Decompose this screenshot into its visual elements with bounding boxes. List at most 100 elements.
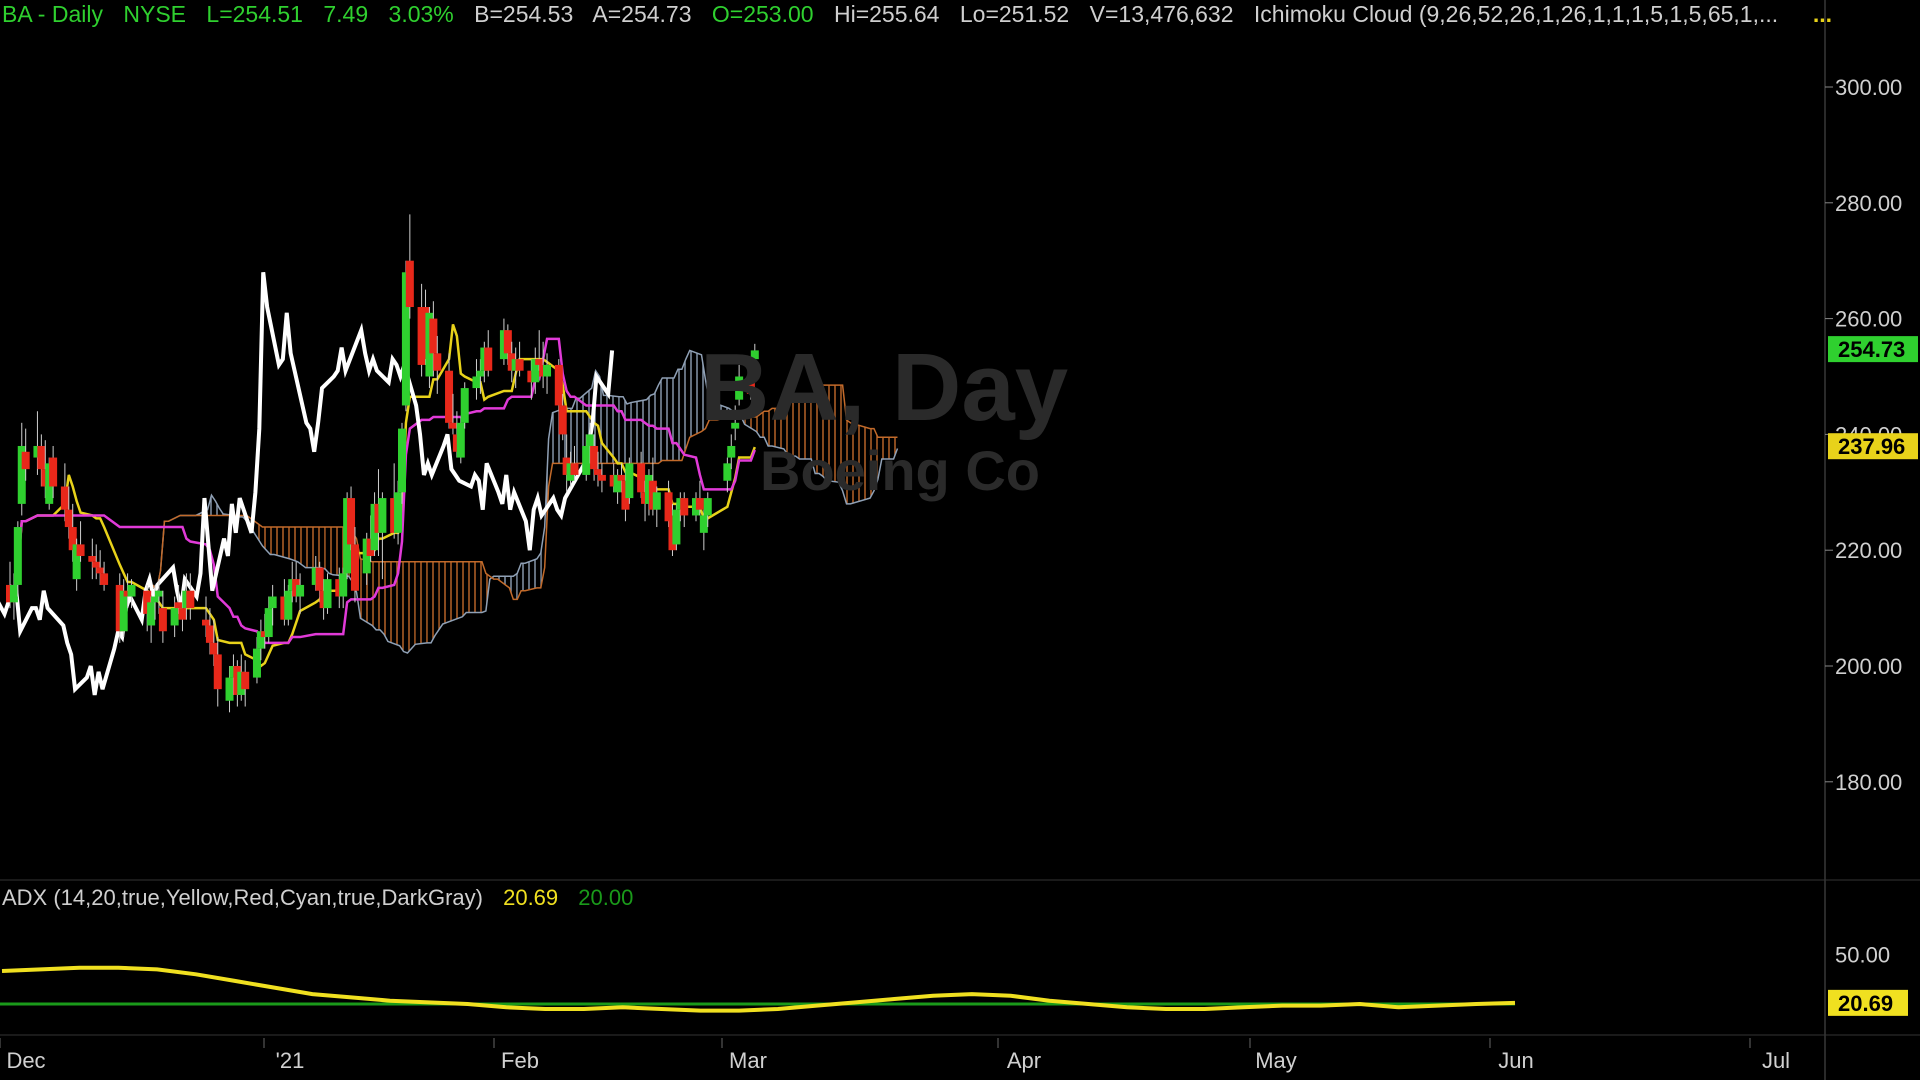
price-chart[interactable]: 50.0020.69 300.00280.00260.00240.00220.0… bbox=[0, 0, 1920, 1080]
candle-body[interactable] bbox=[158, 608, 167, 632]
candle-body[interactable] bbox=[264, 608, 273, 638]
candle-body[interactable] bbox=[405, 260, 414, 308]
candle-body[interactable] bbox=[750, 350, 759, 360]
candle-body[interactable] bbox=[88, 555, 97, 562]
candle-body[interactable] bbox=[37, 445, 46, 470]
candle-body[interactable] bbox=[151, 596, 160, 603]
cloud-segment bbox=[329, 527, 334, 575]
candle-body[interactable] bbox=[252, 648, 261, 678]
cloud-segment bbox=[623, 396, 628, 464]
candle-body[interactable] bbox=[448, 422, 457, 429]
candle-body[interactable] bbox=[429, 318, 438, 354]
candle-body[interactable] bbox=[590, 445, 599, 470]
candle-body[interactable] bbox=[394, 492, 403, 533]
candle-body[interactable] bbox=[594, 469, 602, 475]
open-price: O=253.00 bbox=[711, 1, 814, 27]
candle-body[interactable] bbox=[284, 590, 293, 620]
candle-body[interactable] bbox=[723, 463, 732, 481]
candle-body[interactable] bbox=[347, 498, 356, 545]
candle-body[interactable] bbox=[637, 463, 646, 493]
cloud-segment bbox=[376, 561, 381, 630]
candle-body[interactable] bbox=[9, 584, 18, 603]
candle-body[interactable] bbox=[241, 671, 250, 690]
candle-body[interactable] bbox=[119, 590, 128, 632]
candle-body[interactable] bbox=[535, 359, 544, 365]
candle-body[interactable] bbox=[378, 498, 387, 533]
cloud-segment bbox=[791, 396, 796, 457]
candle-body[interactable] bbox=[433, 353, 442, 371]
candle-body[interactable] bbox=[174, 602, 183, 609]
indicator-label[interactable]: Ichimoku Cloud (9,26,52,26,1,26,1,1,1,5,… bbox=[1254, 1, 1778, 27]
candle-body[interactable] bbox=[186, 590, 195, 609]
cloud-segment bbox=[627, 402, 631, 464]
candle-body[interactable] bbox=[472, 376, 481, 389]
candle-body[interactable] bbox=[735, 376, 744, 400]
candle-body[interactable] bbox=[456, 422, 465, 458]
candle-body[interactable] bbox=[209, 642, 218, 655]
candle-body[interactable] bbox=[154, 590, 163, 597]
candle-body[interactable] bbox=[127, 584, 136, 597]
candle-body[interactable] bbox=[296, 584, 305, 597]
symbol-header: BA - Daily NYSE L=254.51 7.49 3.03% B=25… bbox=[2, 0, 1792, 28]
candle-body[interactable] bbox=[170, 608, 179, 626]
candle-body[interactable] bbox=[672, 509, 681, 545]
candle-body[interactable] bbox=[503, 330, 512, 354]
candle-body[interactable] bbox=[76, 544, 85, 556]
candle-body[interactable] bbox=[225, 677, 234, 701]
cloud-segment bbox=[297, 527, 302, 565]
candle-body[interactable] bbox=[570, 463, 579, 475]
adx-label[interactable]: ADX (14,20,true,Yellow,Red,Cyan,true,Dar… bbox=[2, 885, 483, 910]
cloud-segment bbox=[466, 561, 471, 613]
candle-body[interactable] bbox=[350, 544, 359, 591]
candle-body[interactable] bbox=[445, 370, 454, 423]
symbol-name[interactable]: BA - Daily bbox=[2, 1, 103, 27]
candle-body[interactable] bbox=[100, 573, 109, 585]
candle-body[interactable] bbox=[617, 474, 626, 481]
cloud-segment bbox=[838, 385, 843, 491]
candle-body[interactable] bbox=[323, 579, 332, 609]
candle-body[interactable] bbox=[554, 364, 563, 406]
candle-body[interactable] bbox=[147, 602, 156, 626]
candle-body[interactable] bbox=[558, 405, 567, 435]
candle-body[interactable] bbox=[398, 428, 406, 493]
candle-body[interactable] bbox=[515, 359, 524, 371]
candle-body[interactable] bbox=[746, 382, 755, 394]
last-price-badge: 254.73 bbox=[1838, 337, 1905, 362]
candle-body[interactable] bbox=[49, 457, 58, 487]
candle-body[interactable] bbox=[92, 561, 101, 568]
candle-body[interactable] bbox=[64, 509, 73, 528]
candle-body[interactable] bbox=[268, 596, 277, 609]
cloud-segment bbox=[650, 393, 655, 464]
candle-body[interactable] bbox=[213, 654, 222, 690]
time-axis-label: May bbox=[1255, 1048, 1297, 1073]
candle-body[interactable] bbox=[96, 567, 105, 574]
candle-body[interactable] bbox=[13, 527, 22, 585]
more-indicators-button[interactable]: ... bbox=[1813, 0, 1832, 28]
candle-body[interactable] bbox=[652, 492, 661, 510]
cloud-segment bbox=[783, 408, 788, 455]
candle-body[interactable] bbox=[543, 364, 552, 377]
candle-body[interactable] bbox=[625, 463, 634, 499]
candle-body[interactable] bbox=[699, 515, 708, 533]
candle-body[interactable] bbox=[178, 608, 187, 620]
candle-body[interactable] bbox=[484, 347, 493, 371]
candle-body[interactable] bbox=[586, 434, 595, 446]
candle-body[interactable] bbox=[680, 498, 689, 516]
cloud-segment bbox=[462, 561, 467, 617]
candle-body[interactable] bbox=[21, 451, 30, 470]
candle-body[interactable] bbox=[60, 486, 69, 510]
candle-body[interactable] bbox=[315, 567, 324, 591]
candle-body[interactable] bbox=[202, 619, 210, 626]
candle-body[interactable] bbox=[339, 573, 348, 597]
cloud-segment bbox=[274, 527, 290, 559]
candle-body[interactable] bbox=[731, 422, 740, 429]
candle-body[interactable] bbox=[205, 625, 214, 643]
candle-body[interactable] bbox=[476, 370, 485, 377]
candle-body[interactable] bbox=[727, 445, 736, 458]
candle-body[interactable] bbox=[597, 474, 606, 481]
time-axis-label: Jul bbox=[1762, 1048, 1790, 1073]
candle-body[interactable] bbox=[460, 388, 469, 423]
candle-body[interactable] bbox=[582, 445, 591, 475]
candle-body[interactable] bbox=[695, 498, 704, 510]
candle-body[interactable] bbox=[703, 498, 712, 516]
